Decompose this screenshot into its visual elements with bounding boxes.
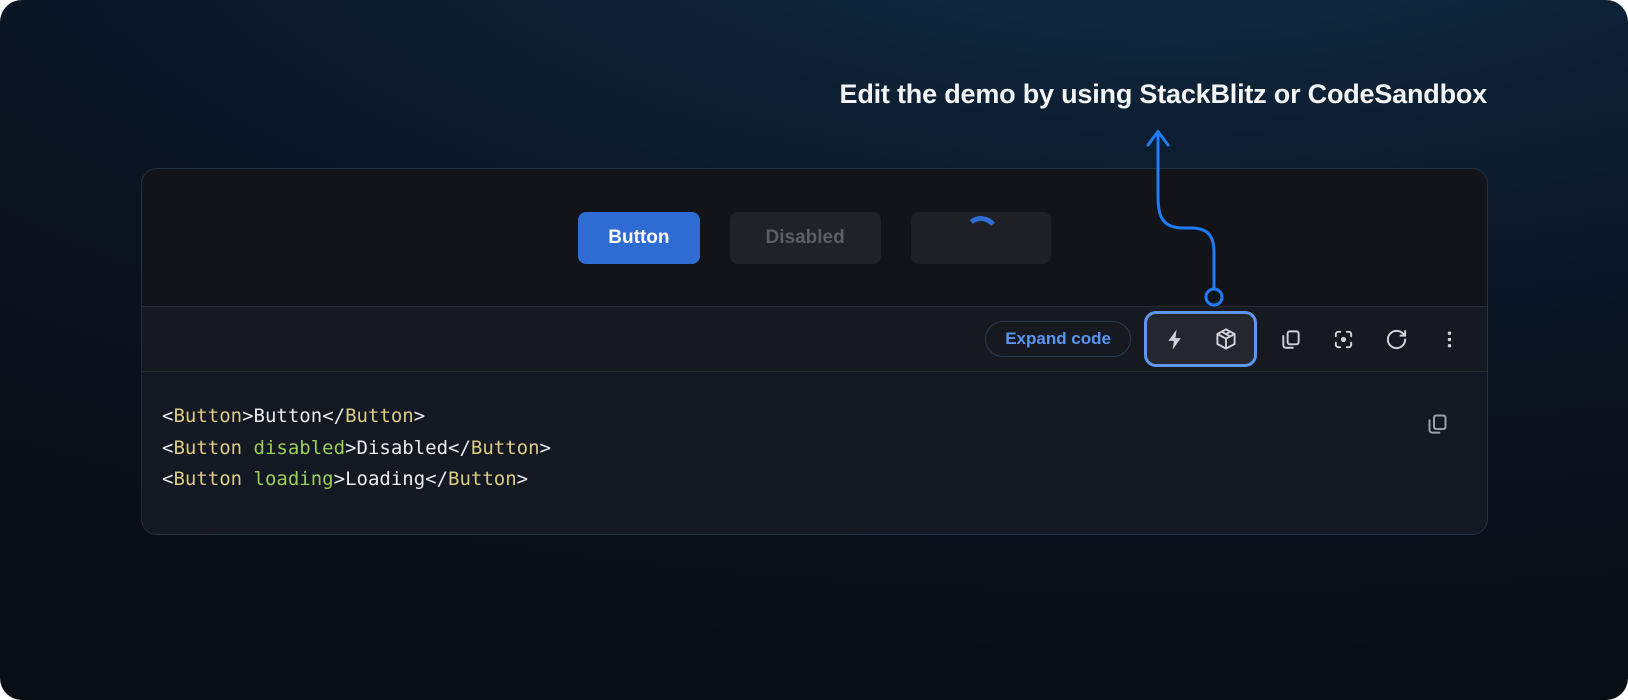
code-token: </ xyxy=(448,437,471,459)
code-token: Button xyxy=(345,405,414,427)
demo-card: Button Disabled Expand code xyxy=(141,168,1488,535)
code-token: > xyxy=(414,405,425,427)
demo-toolbar: Expand code xyxy=(142,306,1487,372)
code-token: > xyxy=(242,405,253,427)
inspect-icon[interactable] xyxy=(1331,327,1355,351)
more-icon[interactable] xyxy=(1437,327,1461,351)
code-token: Loading xyxy=(345,468,425,490)
demo-preview-area: Button Disabled xyxy=(142,169,1487,306)
annotation-title: Edit the demo by using StackBlitz or Cod… xyxy=(840,79,1487,110)
code-line: <Button disabled>Disabled</Button> xyxy=(162,433,1427,465)
sandbox-icon-group xyxy=(1144,311,1257,367)
copy-code-icon[interactable] xyxy=(1425,412,1449,436)
code-token: Button xyxy=(471,437,540,459)
disabled-button[interactable]: Disabled xyxy=(730,212,881,264)
code-token: Button xyxy=(173,468,242,490)
code-block: <Button>Button</Button><Button disabled>… xyxy=(142,372,1487,534)
code-line: <Button>Button</Button> xyxy=(162,401,1427,433)
code-token: disabled xyxy=(242,437,345,459)
code-token: Disabled xyxy=(357,437,449,459)
code-token: < xyxy=(162,468,173,490)
code-token: Button xyxy=(254,405,323,427)
code-token: > xyxy=(517,468,528,490)
code-line: <Button loading>Loading</Button> xyxy=(162,464,1427,496)
code-token: Button xyxy=(173,437,242,459)
documentation-screen: Edit the demo by using StackBlitz or Cod… xyxy=(0,0,1628,700)
loading-spinner-icon xyxy=(961,214,1001,254)
primary-button[interactable]: Button xyxy=(578,212,699,264)
code-token: > xyxy=(345,437,356,459)
refresh-icon[interactable] xyxy=(1384,327,1408,351)
loading-button[interactable] xyxy=(911,212,1051,264)
code-token: < xyxy=(162,405,173,427)
code-token: > xyxy=(540,437,551,459)
code-lines: <Button>Button</Button><Button disabled>… xyxy=(162,401,1427,496)
code-token: < xyxy=(162,437,173,459)
code-token: </ xyxy=(322,405,345,427)
codesandbox-icon[interactable] xyxy=(1214,327,1238,351)
code-token: Button xyxy=(173,405,242,427)
toolbar-icon-row xyxy=(1278,327,1461,351)
stackblitz-icon[interactable] xyxy=(1163,327,1187,351)
code-token: loading xyxy=(242,468,334,490)
code-token: Button xyxy=(448,468,517,490)
copy-icon[interactable] xyxy=(1278,327,1302,351)
code-token: > xyxy=(334,468,345,490)
expand-code-button[interactable]: Expand code xyxy=(985,321,1131,357)
code-token: </ xyxy=(425,468,448,490)
